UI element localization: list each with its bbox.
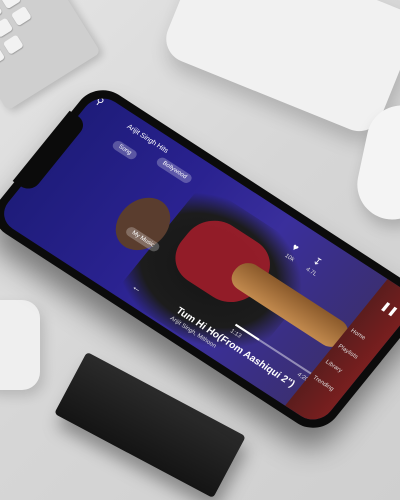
nav-tab-home[interactable]: Home bbox=[349, 328, 366, 341]
keyboard-key bbox=[0, 0, 3, 21]
nav-tab-library[interactable]: Library bbox=[324, 359, 343, 374]
smartphone: ⚲ Arijit Singh Hits Song Bollywood My Mu… bbox=[0, 80, 400, 438]
keyboard-key bbox=[0, 46, 6, 67]
earbuds-case bbox=[0, 300, 40, 390]
keyboard-key bbox=[0, 0, 22, 10]
keyboard-key bbox=[0, 17, 14, 38]
phone-stand bbox=[54, 351, 246, 499]
keyboard-key bbox=[10, 5, 32, 27]
tag-chip[interactable]: Song bbox=[110, 139, 139, 162]
keyboard-key bbox=[2, 34, 24, 55]
search-icon[interactable]: ⚲ bbox=[93, 96, 106, 109]
nav-tab-trending[interactable]: Trending bbox=[311, 375, 334, 392]
desk-scene: ⚲ Arijit Singh Hits Song Bollywood My Mu… bbox=[0, 0, 400, 500]
nav-tab-playlists[interactable]: Playlists bbox=[337, 344, 359, 361]
pause-icon[interactable]: ❚❚ bbox=[379, 300, 400, 318]
tablet-stand bbox=[159, 0, 400, 139]
genre-chip[interactable]: Bollywood bbox=[154, 155, 195, 186]
